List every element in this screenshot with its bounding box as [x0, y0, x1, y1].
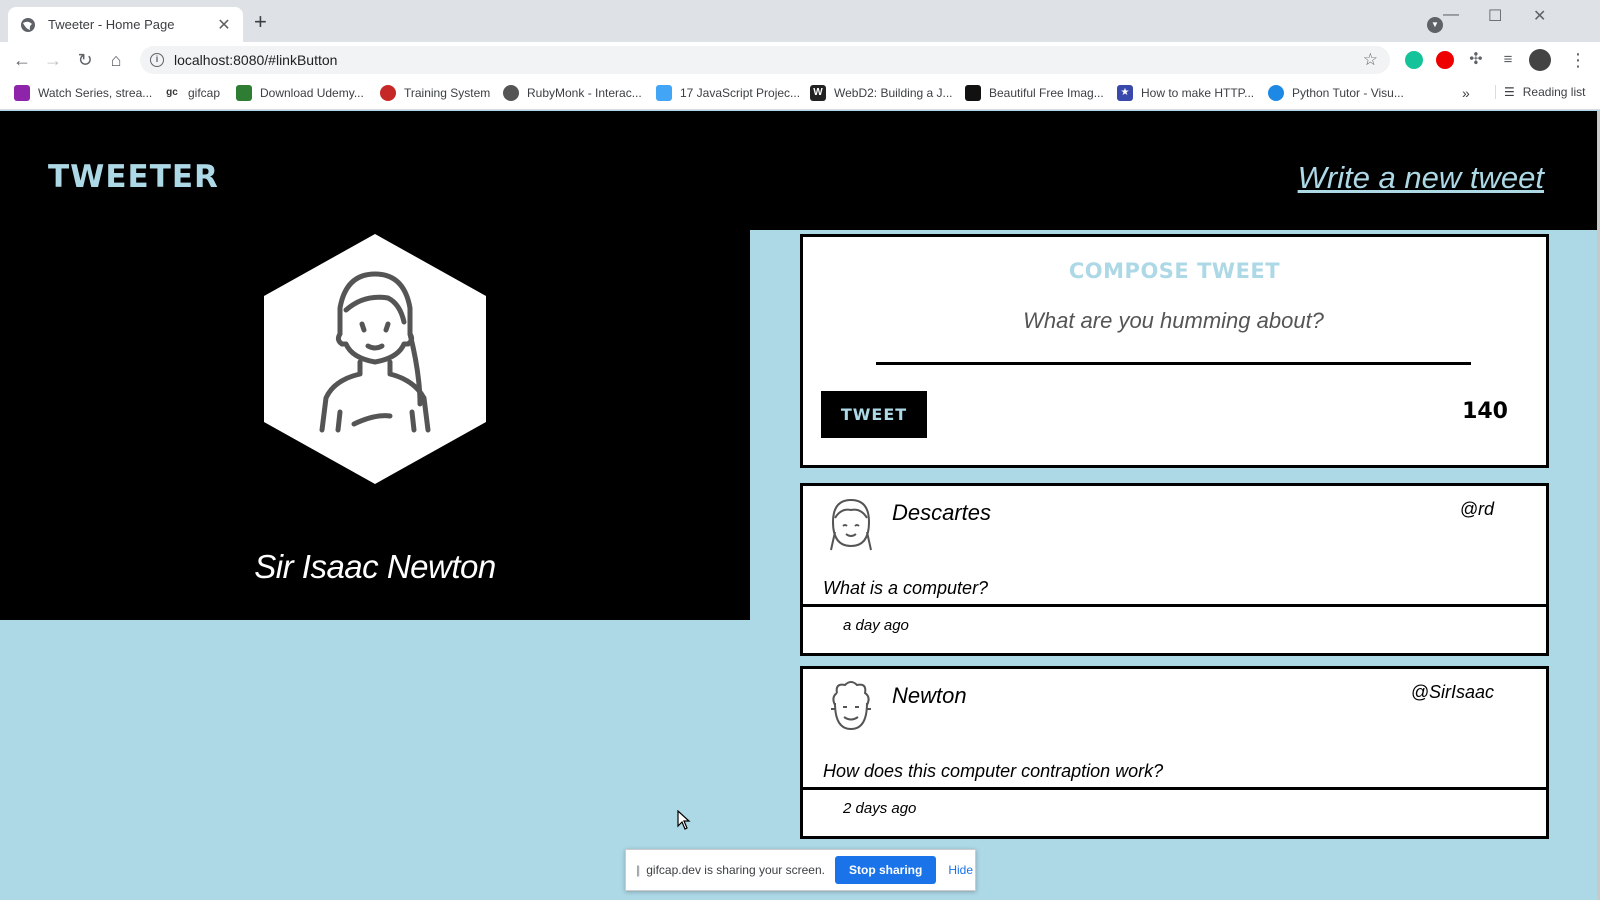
share-message: gifcap.dev is sharing your screen.: [646, 863, 825, 877]
screen-share-bar: || gifcap.dev is sharing your screen. St…: [625, 849, 976, 891]
tweet-author-handle: @SirIsaac: [1410, 682, 1494, 702]
tweet-input[interactable]: [876, 301, 1471, 365]
back-button[interactable]: ←: [10, 48, 34, 72]
hide-button[interactable]: Hide: [948, 863, 973, 877]
bookmark-item[interactable]: ★ How to make HTTP...: [1117, 85, 1254, 101]
gc-icon: gc: [164, 85, 180, 101]
info-icon[interactable]: i: [150, 53, 164, 67]
python-icon: [1268, 85, 1284, 101]
bookmark-label: gifcap: [188, 86, 221, 100]
avatar[interactable]: [1529, 49, 1551, 71]
grammarly-icon[interactable]: [1405, 51, 1423, 69]
logo: TWEETER: [48, 159, 219, 195]
maximize-button[interactable]: ☐: [1488, 6, 1502, 26]
bookmark-item[interactable]: Python Tutor - Visu...: [1268, 85, 1404, 101]
tweet-author-name: Descartes: [892, 500, 992, 525]
tweet-body: Newton @SirIsaac How does this computer …: [800, 666, 1549, 790]
tweet-author-name: Newton: [892, 683, 967, 708]
bookmark-label: How to make HTTP...: [1141, 86, 1255, 100]
bookmark-label: Watch Series, strea...: [38, 86, 153, 100]
tweet-card: Descartes @rd What is a computer? a day …: [800, 483, 1549, 656]
profile-panel: Sir Isaac Newton: [0, 230, 750, 620]
w-icon: W: [810, 85, 826, 101]
globe-icon: [503, 85, 519, 101]
close-window-button[interactable]: ✕: [1533, 6, 1546, 26]
user-avatar-icon: [830, 498, 872, 551]
bookmark-label: Python Tutor - Visu...: [1292, 86, 1404, 100]
reload-button[interactable]: ↻: [73, 48, 97, 72]
bookmark-star-icon[interactable]: ☆: [1363, 50, 1378, 70]
bookmark-item[interactable]: RubyMonk - Interac...: [503, 85, 642, 101]
drag-handle-icon[interactable]: ||: [636, 863, 640, 877]
bookmark-item[interactable]: Training System: [380, 85, 490, 101]
bookmark-item[interactable]: Beautiful Free Imag...: [965, 85, 1104, 101]
url-text[interactable]: localhost:8080/#linkButton: [174, 52, 337, 68]
bookmark-label: Beautiful Free Imag...: [989, 86, 1104, 100]
reading-list-label: Reading list: [1522, 85, 1586, 99]
write-new-tweet-link[interactable]: Write a new tweet: [1298, 160, 1544, 196]
browser-toolbar: ← → ↻ ⌂ i localhost:8080/#linkButton ☆ ✣…: [0, 42, 1600, 78]
char-counter: 140: [1462, 399, 1508, 424]
adblock-icon[interactable]: [1436, 51, 1454, 69]
tweet-text: What is a computer?: [823, 578, 989, 598]
bookmark-item[interactable]: Download Udemy...: [236, 85, 364, 101]
tweet-card: Newton @SirIsaac How does this computer …: [800, 666, 1549, 839]
bookmarks-bar: Watch Series, strea... gc gifcap Download…: [0, 78, 1600, 110]
page: TWEETER Write a new tweet Sir Isaac Newt…: [0, 111, 1600, 900]
tab-strip: Tweeter - Home Page ✕ + ▼ — ☐ ✕: [0, 0, 1600, 42]
bookmark-item[interactable]: 17 JavaScript Projec...: [656, 85, 800, 101]
tweet-author-handle: @rd: [1459, 499, 1494, 519]
user-avatar-icon: [831, 681, 871, 731]
bookmark-item[interactable]: gc gifcap: [164, 85, 220, 101]
bookmark-label: Training System: [404, 86, 491, 100]
star-badge-icon: ★: [1117, 85, 1133, 101]
reading-list-button[interactable]: ☰ Reading list: [1495, 85, 1585, 99]
globe-icon: [21, 17, 35, 32]
red-apple-icon: [380, 85, 396, 101]
bookmark-item[interactable]: W WebD2: Building a J...: [810, 85, 953, 101]
browser-tab[interactable]: Tweeter - Home Page ✕: [8, 7, 243, 42]
bookmark-label: Download Udemy...: [260, 86, 364, 100]
tweet-body: Descartes @rd What is a computer?: [800, 483, 1549, 607]
new-tab-button[interactable]: +: [254, 11, 267, 33]
profile-name: Sir Isaac Newton: [254, 548, 496, 585]
tweet-timestamp: a day ago: [843, 617, 909, 634]
media-controls-icon[interactable]: ≡: [1496, 48, 1520, 72]
medium-icon: [656, 85, 672, 101]
tweet-footer: a day ago: [800, 604, 1549, 656]
chevron-down-icon[interactable]: ▼: [1427, 17, 1443, 33]
header: TWEETER Write a new tweet: [0, 111, 1600, 230]
tweet-footer: 2 days ago: [800, 787, 1549, 839]
home-button[interactable]: ⌂: [104, 48, 128, 72]
compose-title: COMPOSE TWEET: [1068, 259, 1281, 283]
tweet-text: How does this computer contraption work?: [823, 761, 1164, 781]
close-icon[interactable]: ✕: [215, 15, 233, 35]
forward-button[interactable]: →: [41, 48, 65, 72]
mouse-cursor-icon: [677, 810, 691, 830]
bookmark-label: RubyMonk - Interac...: [527, 86, 642, 100]
reading-list-icon: ☰: [1504, 85, 1515, 99]
stop-sharing-button[interactable]: Stop sharing: [835, 856, 937, 884]
bookmark-item[interactable]: Watch Series, strea...: [14, 85, 152, 101]
compose-tweet-box: COMPOSE TWEET TWEET 140: [800, 234, 1549, 468]
tweet-timestamp: 2 days ago: [843, 800, 917, 817]
tweet-button[interactable]: TWEET: [821, 391, 927, 438]
address-bar[interactable]: i localhost:8080/#linkButton ☆: [140, 46, 1390, 74]
menu-icon[interactable]: ⋮: [1566, 48, 1590, 72]
more-bookmarks-icon[interactable]: »: [1462, 85, 1470, 101]
purple-icon: [14, 85, 30, 101]
bookmark-label: 17 JavaScript Projec...: [680, 86, 801, 100]
tab-title: Tweeter - Home Page: [48, 17, 175, 32]
bookmark-label: WebD2: Building a J...: [834, 86, 953, 100]
extensions-icon[interactable]: ✣: [1464, 48, 1488, 72]
minimize-button[interactable]: —: [1443, 6, 1459, 24]
unsplash-icon: [965, 85, 981, 101]
profile-avatar: [264, 234, 486, 484]
ftu-icon: [236, 85, 252, 101]
